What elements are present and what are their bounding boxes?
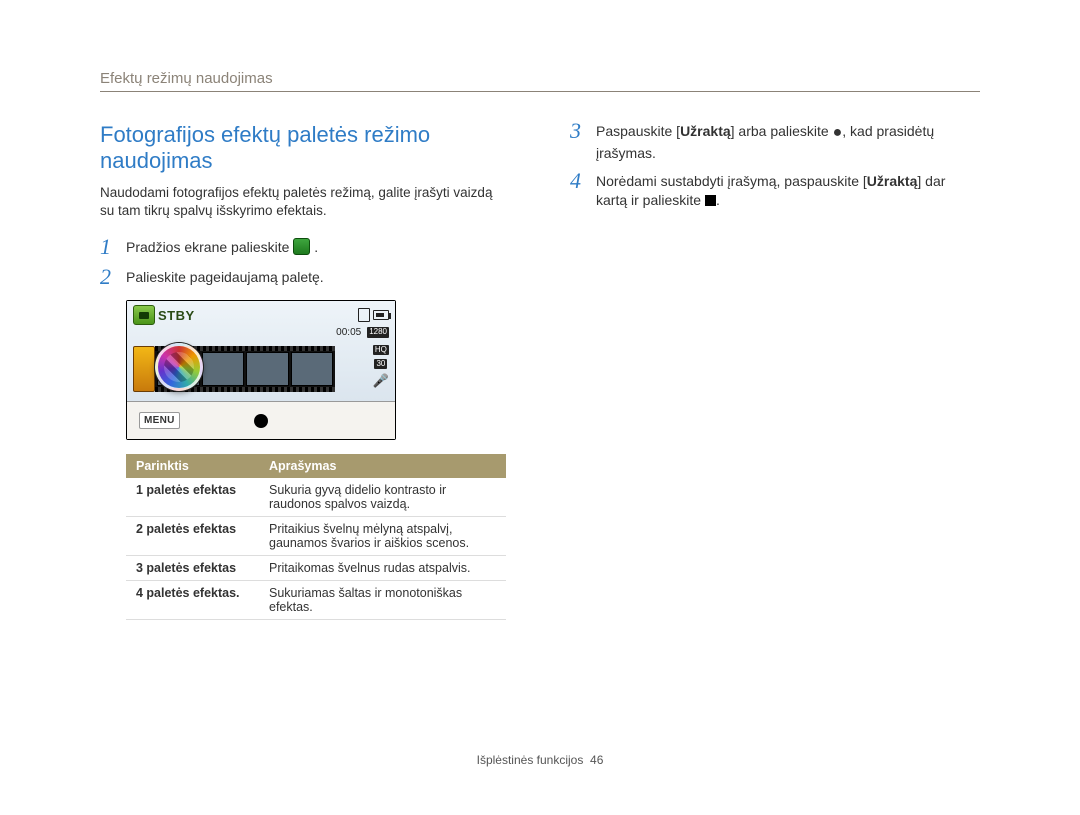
- film-frame: [246, 352, 289, 386]
- menu-button[interactable]: MENU: [139, 412, 180, 429]
- section-intro: Naudodami fotografijos efektų paletės re…: [100, 184, 510, 220]
- step-number: 4: [570, 170, 596, 192]
- table-row: 3 paletės efektas Pritaikomas švelnus ru…: [126, 556, 506, 581]
- left-column: Fotografijos efektų paletės režimo naudo…: [100, 122, 510, 620]
- page-footer: Išplėstinės funkcijos 46: [0, 753, 1080, 767]
- standby-label: STBY: [158, 308, 195, 323]
- desc-cell: Pritaikius švelnų mėlyną atspalvį, gauna…: [259, 517, 506, 556]
- palette-mode-icon: [293, 238, 310, 255]
- table-row: 4 paletės efektas. Sukuriamas šaltas ir …: [126, 581, 506, 620]
- step-number: 2: [100, 266, 126, 288]
- record-button[interactable]: [254, 414, 268, 428]
- section-title: Fotografijos efektų paletės režimo naudo…: [100, 122, 510, 174]
- effects-table: Parinktis Aprašymas 1 paletės efektas Su…: [126, 454, 506, 620]
- fps-badge: 30: [374, 359, 387, 369]
- step-text: Norėdami sustabdyti įrašymą, paspauskite…: [596, 172, 980, 210]
- camera-preview: STBY 00:05 1280 HQ 30 🎤: [126, 300, 396, 440]
- desc-cell: Sukuriamas šaltas ir monotoniškas efekta…: [259, 581, 506, 620]
- film-frame: [202, 352, 245, 386]
- step-3: 3 Paspauskite [Užraktą] arba palieskite …: [570, 122, 980, 162]
- film-frame: [291, 352, 334, 386]
- step-number: 1: [100, 236, 126, 258]
- page-breadcrumb: Efektų režimų naudojimas: [100, 70, 980, 92]
- sdcard-icon: [358, 308, 370, 322]
- option-cell: 1 paletės efektas: [126, 478, 259, 517]
- option-cell: 4 paletės efektas.: [126, 581, 259, 620]
- rec-time: 00:05: [336, 327, 361, 338]
- desc-cell: Pritaikomas švelnus rudas atspalvis.: [259, 556, 506, 581]
- desc-cell: Sukuria gyvą didelio kontrasto ir raudon…: [259, 478, 506, 517]
- film-canister-icon: [133, 346, 155, 392]
- mode-icon: [133, 305, 155, 325]
- step-4: 4 Norėdami sustabdyti įrašymą, paspauski…: [570, 172, 980, 210]
- step-text: Palieskite pageidaujamą paletę.: [126, 268, 324, 287]
- step-text: Paspauskite [Užraktą] arba palieskite ●,…: [596, 122, 980, 162]
- option-cell: 2 paletės efektas: [126, 517, 259, 556]
- table-row: 1 paletės efektas Sukuria gyvą didelio k…: [126, 478, 506, 517]
- step-number: 3: [570, 120, 596, 142]
- step-2: 2 Palieskite pageidaujamą paletę.: [100, 268, 510, 288]
- standby-badge: STBY: [133, 305, 195, 325]
- table-header-option: Parinktis: [126, 454, 259, 478]
- right-column: 3 Paspauskite [Užraktą] arba palieskite …: [570, 122, 980, 620]
- table-header-desc: Aprašymas: [259, 454, 506, 478]
- step-1: 1 Pradžios ekrane palieskite .: [100, 238, 510, 258]
- resolution-badge: 1280: [367, 327, 389, 338]
- record-dot-icon: ●: [833, 124, 843, 141]
- step-text: Pradžios ekrane palieskite .: [126, 238, 318, 257]
- battery-icon: [373, 310, 389, 320]
- mic-icon: 🎤: [373, 373, 389, 389]
- stop-square-icon: [705, 195, 716, 206]
- option-cell: 3 paletės efektas: [126, 556, 259, 581]
- quality-badge: HQ: [373, 345, 389, 355]
- table-row: 2 paletės efektas Pritaikius švelnų mėly…: [126, 517, 506, 556]
